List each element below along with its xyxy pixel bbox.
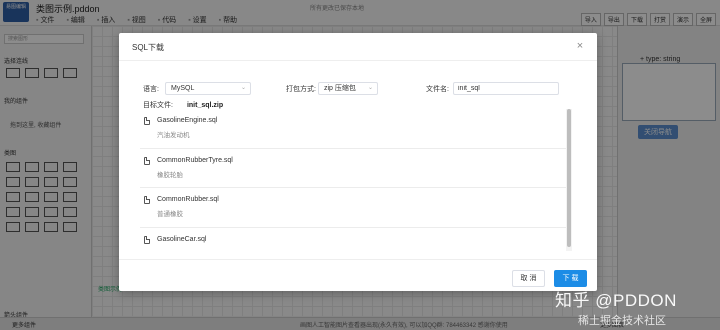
file-name: CommonRubberTyre.sql [157,156,233,164]
language-select[interactable]: MySQL ⌄ [165,82,251,95]
sql-file-list[interactable]: GasolineEngine.sql 汽油发动机 CommonRubberTyr… [140,109,572,251]
cancel-button[interactable]: 取 消 [512,270,545,287]
file-name: GasolineEngine.sql [157,117,218,124]
sql-download-dialog: SQL下载 × 语言: MySQL ⌄ 打包方式: zip 压缩包 ⌄ 文件名:… [119,33,597,291]
list-item[interactable]: GasolineEngine.sql 汽油发动机 [140,109,572,149]
close-icon[interactable]: × [573,39,587,53]
list-item[interactable]: CommonRubberTyre.sql 橡胶轮胎 [140,149,572,188]
language-value: MySQL [171,85,195,92]
list-item[interactable]: CommonRubber.sql 普通橡胶 [140,188,572,228]
chevron-down-icon: ⌄ [367,85,373,91]
package-field: 打包方式: zip 压缩包 ⌄ [286,82,386,96]
package-value: zip 压缩包 [324,85,356,92]
file-description: 普通橡胶 [157,211,183,218]
dialog-header: SQL下载 × [119,33,597,61]
file-icon [144,156,150,165]
watermark-secondary: 稀土掘金技术社区 [578,315,666,327]
scrollbar-thumb[interactable] [567,109,571,247]
file-list-scrollbar[interactable] [566,109,572,251]
filename-label: 文件名: [426,86,449,93]
chevron-down-icon: ⌄ [240,85,246,91]
filename-field: 文件名: [426,82,566,96]
file-description: 汽油发动机 [157,132,190,139]
file-icon [144,117,150,125]
file-icon [144,235,150,244]
file-name: GasolineCar.sql [157,235,207,243]
watermark: 知乎 @PDDON [555,291,677,310]
package-label: 打包方式: [286,86,316,93]
filename-input[interactable] [453,82,559,95]
list-item[interactable]: GasolineCar.sql [140,228,572,252]
target-file-label: 目标文件: [143,102,173,109]
language-label: 语言: [143,86,159,93]
package-select[interactable]: zip 压缩包 ⌄ [318,82,378,95]
dialog-footer: 取 消 下 载 [119,259,597,291]
file-icon [144,196,150,204]
file-name: CommonRubber.sql [157,196,219,203]
file-description: 橡胶轮胎 [157,171,183,179]
dialog-title: SQL下载 [132,43,165,52]
download-button[interactable]: 下 载 [554,270,587,287]
target-file-name: init_sql.zip [186,102,224,109]
language-field: 语言: MySQL ⌄ [143,82,253,96]
